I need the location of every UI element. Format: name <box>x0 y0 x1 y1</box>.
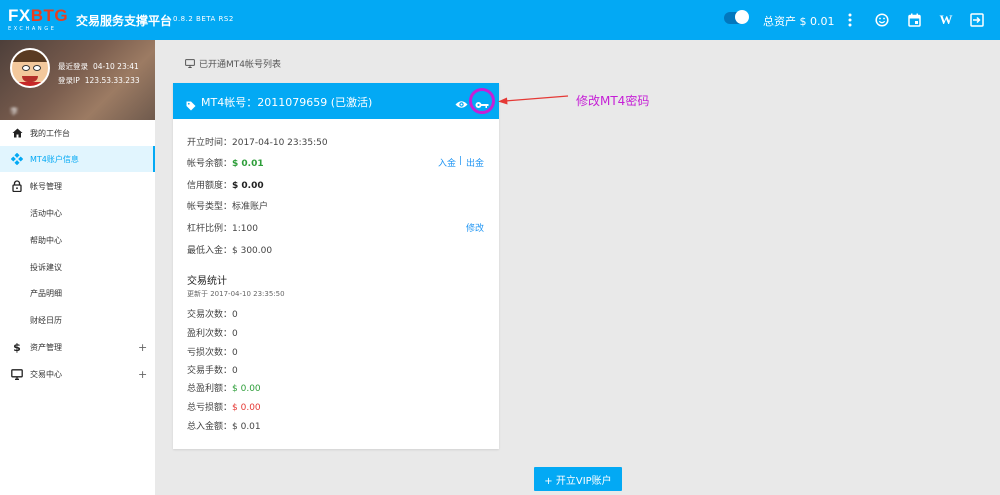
min-deposit: 最低入金：$ 300.00 <box>187 246 273 256</box>
wordpress-icon[interactable]: W <box>938 11 954 29</box>
dollar-icon: $ <box>13 340 21 354</box>
sidebar-item-dashboard[interactable]: 我的工作台 <box>0 120 155 146</box>
avatar[interactable] <box>10 48 50 88</box>
sidebar-item-label: MT4账户信息 <box>30 154 79 164</box>
calendar-icon[interactable] <box>906 11 922 29</box>
app-version: 0.8.2 BETA RS2 <box>173 15 234 23</box>
last-login-label: 最近登录 <box>58 62 88 71</box>
total-assets: 总资产 $ 0.01 <box>763 15 835 28</box>
sidebar-item-activity-center[interactable]: 活动中心 <box>0 200 155 226</box>
sidebar-item-help-center[interactable]: 帮助中心 <box>0 227 155 253</box>
sidebar-item-product-details[interactable]: 产品明细 <box>0 280 155 306</box>
username: 李 <box>10 107 18 116</box>
expand-icon[interactable]: + <box>138 341 147 354</box>
top-bar: FXBTG EXCHANGE 交易服务支撑平台 0.8.2 BETA RS2 总… <box>0 0 1000 40</box>
sidebar: 最近登录 04-10 23:41 登录IP 123.53.33.233 李 我的工作… <box>0 40 155 495</box>
lock-icon <box>11 180 23 192</box>
logo[interactable]: FXBTG EXCHANGE <box>8 7 68 35</box>
credit-label: 信用额度： <box>187 181 233 191</box>
breadcrumb-label: 已开通MT4帐号列表 <box>199 60 281 70</box>
sidebar-item-finance-calendar[interactable]: 财经日历 <box>0 307 155 333</box>
sidebar-item-label: 帮助中心 <box>30 235 62 245</box>
sidebar-item-label: 我的工作台 <box>30 128 70 138</box>
balance-value: $ 0.01 <box>232 159 264 169</box>
sidebar-item-label: 交易中心 <box>30 369 62 379</box>
total-profit-label: 总盈利额： <box>187 384 233 394</box>
credit-value: $ 0.00 <box>232 181 264 191</box>
last-login-time: 04-10 23:41 <box>93 62 139 71</box>
card-header: MT4帐号：2011079659 (已激活) <box>173 83 499 119</box>
modify-leverage-link[interactable]: 修改 <box>466 221 484 234</box>
account-type: 帐号类型：标准账户 <box>187 202 269 212</box>
more-vert-icon[interactable] <box>842 11 858 29</box>
total-profit-value: $ 0.00 <box>232 384 261 394</box>
withdraw-link[interactable]: 出金 <box>466 156 484 169</box>
leverage: 杠杆比例：1:100 <box>187 224 258 234</box>
sidebar-item-label: 活动中心 <box>30 208 62 218</box>
login-ip-label: 登录IP <box>58 76 80 85</box>
lots-count: 交易手数：0 <box>187 366 238 376</box>
sidebar-item-asset-management[interactable]: $ 资产管理 + <box>0 334 155 360</box>
total-loss-label: 总亏损额： <box>187 403 233 413</box>
sidebar-item-label: 资产管理 <box>30 342 62 352</box>
loss-count: 亏损次数：0 <box>187 348 238 358</box>
logo-subtext: EXCHANGE <box>8 26 57 32</box>
login-info: 最近登录 04-10 23:41 登录IP 123.53.33.233 <box>58 60 145 88</box>
total-profit-row: 总盈利额：$ 0.00 <box>187 381 261 394</box>
total-loss-row: 总亏损额：$ 0.00 <box>187 400 261 413</box>
eye-icon[interactable] <box>455 95 468 114</box>
mt4-account-card: MT4帐号：2011079659 (已激活) 开立时间：2017-04-10 2… <box>173 83 499 449</box>
tag-icon <box>186 96 196 115</box>
key-icon[interactable] <box>475 95 489 114</box>
logo-text-fx: FX <box>8 6 31 25</box>
theme-toggle[interactable] <box>724 10 749 24</box>
sidebar-item-trading-center[interactable]: 交易中心 + <box>0 361 155 387</box>
sidebar-item-complaints[interactable]: 投诉建议 <box>0 254 155 280</box>
sidebar-item-mt4-account[interactable]: MT4账户信息 <box>0 146 155 172</box>
sidebar-item-account-management[interactable]: 帐号管理 <box>0 173 155 199</box>
deposit-link[interactable]: 入金 <box>438 156 456 169</box>
monitor-icon <box>185 59 195 68</box>
trade-count: 交易次数：0 <box>187 310 238 320</box>
open-time: 开立时间：2017-04-10 23:35:50 <box>187 138 328 148</box>
card-title: MT4帐号：2011079659 (已激活) <box>201 96 373 109</box>
total-deposit: 总入金额：$ 0.01 <box>187 422 261 432</box>
smiley-icon[interactable] <box>874 11 890 29</box>
total-loss-value: $ 0.00 <box>232 403 261 413</box>
balance-label: 帐号余额： <box>187 159 233 169</box>
stats-title: 交易统计 <box>187 276 227 287</box>
open-vip-account-button[interactable]: + 开立VIP账户 <box>534 467 622 491</box>
breadcrumb: 已开通MT4帐号列表 <box>185 57 281 70</box>
sidebar-item-label: 财经日历 <box>30 315 62 325</box>
app-title: 交易服务支撑平台 <box>76 14 173 28</box>
logo-text-btg: BTG <box>30 6 69 25</box>
profile-panel: 最近登录 04-10 23:41 登录IP 123.53.33.233 李 <box>0 40 155 120</box>
sidebar-item-label: 投诉建议 <box>30 262 62 272</box>
monitor-icon <box>11 368 23 380</box>
login-ip: 123.53.33.233 <box>84 76 140 85</box>
credit-row: 信用额度：$ 0.00 <box>187 178 264 191</box>
toggle-knob <box>735 10 749 24</box>
expand-icon[interactable]: + <box>138 368 147 381</box>
annotation-label: 修改MT4密码 <box>576 94 650 108</box>
sidebar-item-label: 帐号管理 <box>30 181 62 191</box>
stats-updated: 更新于 2017-04-10 23:35:50 <box>187 290 285 298</box>
profit-count: 盈利次数：0 <box>187 329 238 339</box>
home-icon <box>11 127 23 139</box>
logout-icon[interactable] <box>969 11 985 29</box>
balance-row: 帐号余额：$ 0.01 <box>187 156 264 169</box>
sidebar-item-label: 产品明细 <box>30 288 62 298</box>
link-separator: | <box>459 156 463 166</box>
nodes-icon <box>11 153 23 165</box>
